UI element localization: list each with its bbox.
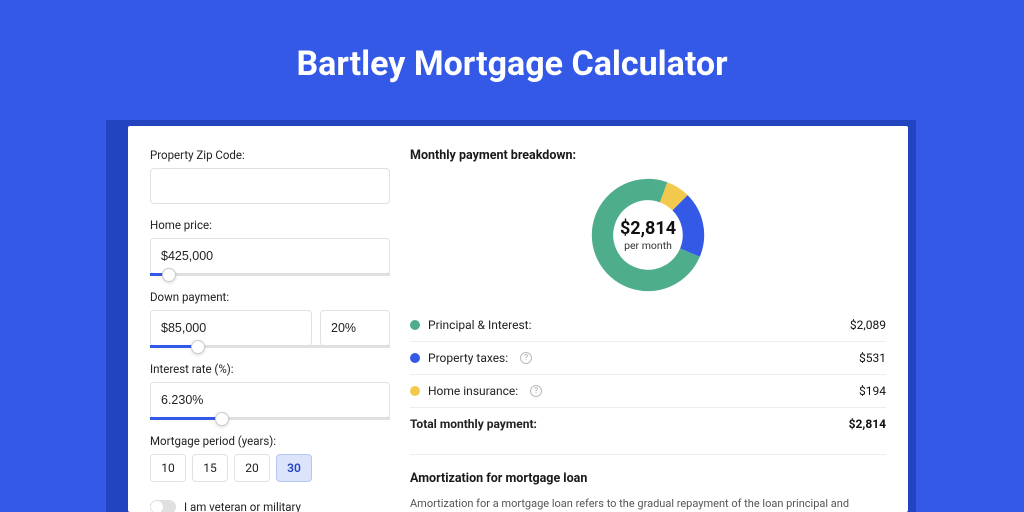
veteran-label: I am veteran or military <box>184 500 301 512</box>
breakdown-title: Monthly payment breakdown: <box>410 148 886 163</box>
breakdown-legend: Principal & Interest: $2,089 Property taxe… <box>410 309 886 440</box>
period-options: 10152030 <box>150 454 390 482</box>
zip-input[interactable] <box>150 168 390 204</box>
home-price-input[interactable] <box>150 238 390 274</box>
period-option-20[interactable]: 20 <box>234 454 270 482</box>
interest-slider[interactable] <box>150 417 390 420</box>
interest-label: Interest rate (%): <box>150 362 390 376</box>
donut-value: $2,814 <box>620 218 676 239</box>
period-option-30[interactable]: 30 <box>276 454 312 482</box>
donut-chart: $2,814 per month <box>588 175 708 295</box>
veteran-toggle[interactable] <box>150 500 176 512</box>
slider-thumb[interactable] <box>215 412 229 426</box>
total-value: $2,814 <box>849 417 886 431</box>
zip-field: Property Zip Code: <box>150 148 390 204</box>
legend-label: Property taxes: <box>428 351 508 365</box>
amortization-text: Amortization for a mortgage loan refers … <box>410 496 886 512</box>
period-option-10[interactable]: 10 <box>150 454 186 482</box>
amortization-title: Amortization for mortgage loan <box>410 471 886 486</box>
period-label: Mortgage period (years): <box>150 434 390 448</box>
amortization-section: Amortization for mortgage loan Amortizat… <box>410 454 886 512</box>
veteran-row: I am veteran or military <box>150 500 390 512</box>
legend-label: Principal & Interest: <box>428 318 532 332</box>
legend-dot-icon <box>410 353 420 363</box>
help-icon[interactable]: ? <box>530 385 542 397</box>
inputs-panel: Property Zip Code: Home price: Down paym… <box>150 148 390 512</box>
donut-sublabel: per month <box>624 239 672 252</box>
down-payment-input[interactable] <box>150 310 312 346</box>
donut-chart-area: $2,814 per month <box>410 175 886 295</box>
period-field: Mortgage period (years): 10152030 <box>150 434 390 482</box>
page-title: Bartley Mortgage Calculator <box>0 0 1024 108</box>
home-price-slider[interactable] <box>150 273 390 276</box>
interest-field: Interest rate (%): <box>150 362 390 420</box>
down-payment-field: Down payment: <box>150 290 390 348</box>
interest-input[interactable] <box>150 382 390 418</box>
results-panel: Monthly payment breakdown: $2,814 per mo… <box>410 148 886 512</box>
home-price-label: Home price: <box>150 218 390 232</box>
legend-label: Home insurance: <box>428 384 518 398</box>
down-payment-pct-input[interactable] <box>320 310 390 346</box>
calculator-card: Property Zip Code: Home price: Down paym… <box>128 126 908 512</box>
period-option-15[interactable]: 15 <box>192 454 228 482</box>
slider-thumb[interactable] <box>162 268 176 282</box>
legend-value: $2,089 <box>850 318 886 332</box>
home-price-field: Home price: <box>150 218 390 276</box>
zip-label: Property Zip Code: <box>150 148 390 162</box>
help-icon[interactable]: ? <box>520 352 532 364</box>
down-payment-label: Down payment: <box>150 290 390 304</box>
legend-row-total: Total monthly payment: $2,814 <box>410 408 886 440</box>
legend-value: $194 <box>859 384 886 398</box>
legend-row-ins: Home insurance:? $194 <box>410 375 886 408</box>
legend-row-tax: Property taxes:? $531 <box>410 342 886 375</box>
legend-row-pi: Principal & Interest: $2,089 <box>410 309 886 342</box>
legend-value: $531 <box>859 351 886 365</box>
legend-dot-icon <box>410 320 420 330</box>
total-label: Total monthly payment: <box>410 417 537 431</box>
donut-center: $2,814 per month <box>588 175 708 295</box>
legend-dot-icon <box>410 386 420 396</box>
down-payment-slider[interactable] <box>150 345 390 348</box>
slider-thumb[interactable] <box>191 340 205 354</box>
